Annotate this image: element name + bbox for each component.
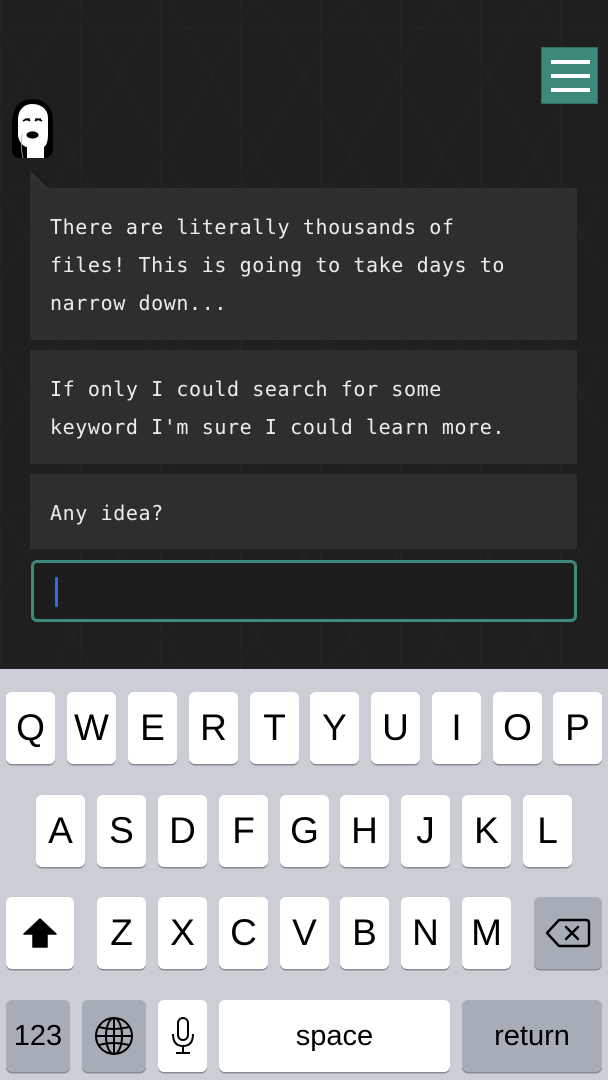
message-text: There are literally thousands of files! … [50,215,506,315]
space-key[interactable]: space [219,1000,450,1072]
key-e[interactable]: E [128,692,177,764]
key-x[interactable]: X [158,897,207,969]
message-text: If only I could search for some keyword … [50,377,506,439]
key-a[interactable]: A [36,795,85,867]
delete-key[interactable] [534,897,602,969]
character-avatar [8,98,56,160]
key-y[interactable]: Y [310,692,359,764]
key-z[interactable]: Z [97,897,146,969]
key-k[interactable]: K [462,795,511,867]
shift-arrow-icon [23,918,57,948]
key-n[interactable]: N [401,897,450,969]
key-d[interactable]: D [158,795,207,867]
key-f[interactable]: F [219,795,268,867]
globe-key[interactable] [82,1000,146,1072]
key-c[interactable]: C [219,897,268,969]
key-v[interactable]: V [280,897,329,969]
menu-button[interactable] [541,47,598,104]
key-h[interactable]: H [340,795,389,867]
key-m[interactable]: M [462,897,511,969]
key-g[interactable]: G [280,795,329,867]
female-avatar-icon [12,99,53,159]
backspace-icon [545,918,591,948]
key-b[interactable]: B [340,897,389,969]
key-i[interactable]: I [432,692,481,764]
key-o[interactable]: O [493,692,542,764]
numbers-key[interactable]: 123 [6,1000,70,1072]
key-j[interactable]: J [401,795,450,867]
onscreen-keyboard: Q W E R T Y U I O P A S D F G H J K L Z … [0,669,608,1080]
message-bubble: There are literally thousands of files! … [30,188,577,340]
shift-key[interactable] [6,897,74,969]
key-t[interactable]: T [250,692,299,764]
key-w[interactable]: W [67,692,116,764]
message-tail [30,170,48,188]
key-u[interactable]: U [371,692,420,764]
chat-screen: There are literally thousands of files! … [0,0,608,669]
key-r[interactable]: R [189,692,238,764]
message-bubble: If only I could search for some keyword … [30,350,577,464]
text-caret [55,577,58,607]
key-p[interactable]: P [553,692,602,764]
globe-icon [95,1017,133,1055]
message-bubble: Any idea? [30,474,577,549]
dictation-key[interactable] [158,1000,207,1072]
key-q[interactable]: Q [6,692,55,764]
return-key[interactable]: return [462,1000,602,1072]
microphone-icon [171,1017,194,1054]
key-s[interactable]: S [97,795,146,867]
message-text: Any idea? [50,501,164,525]
key-l[interactable]: L [523,795,572,867]
answer-input-box[interactable] [31,560,577,622]
answer-input[interactable] [34,563,574,619]
